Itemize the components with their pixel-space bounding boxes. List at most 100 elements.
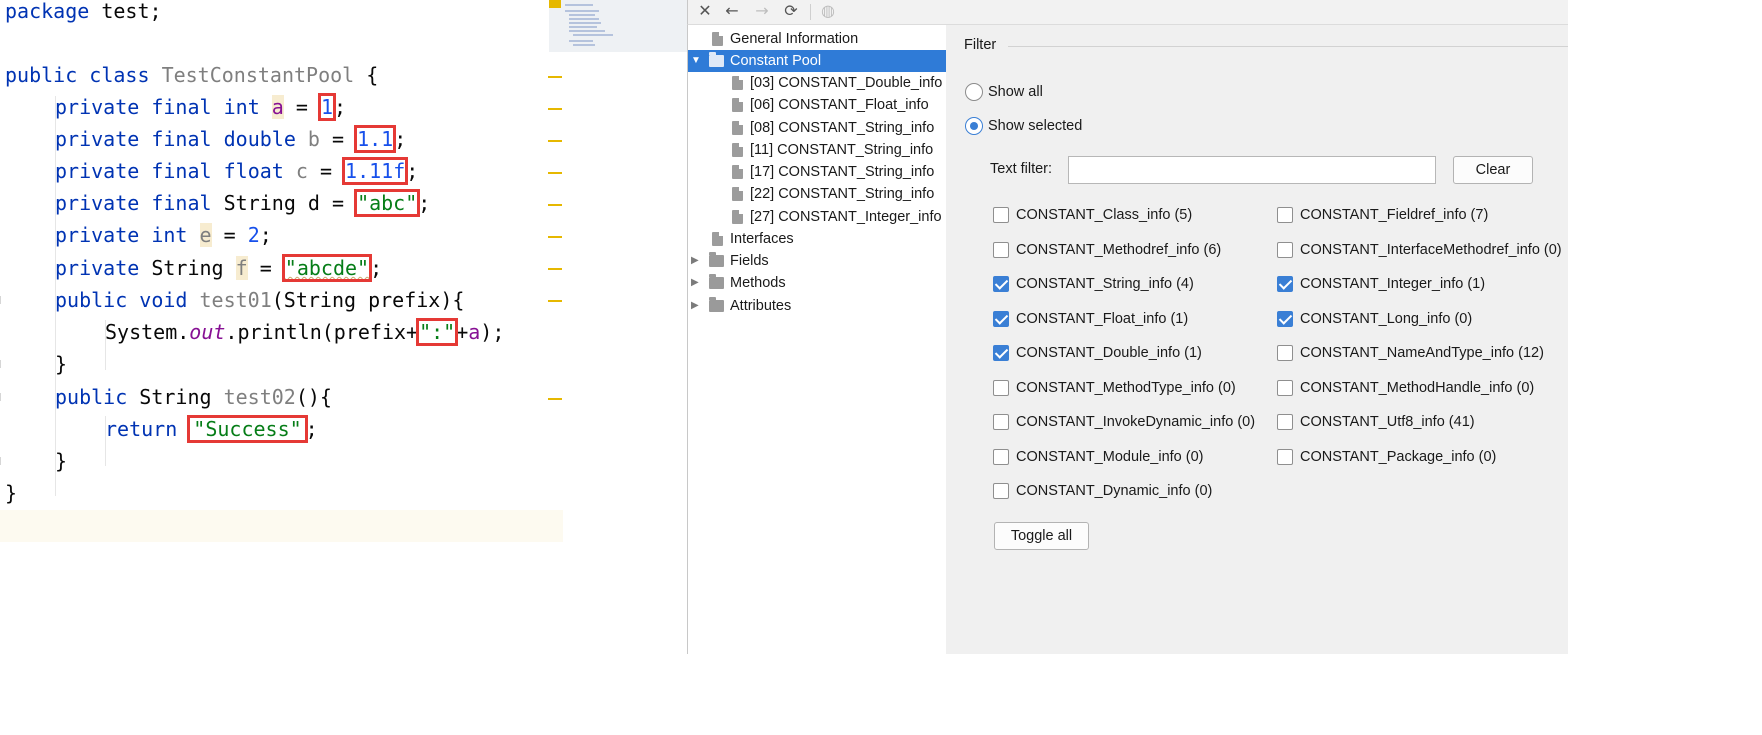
checkbox-constant-fieldref-info[interactable] [1277,207,1293,223]
refresh-icon[interactable]: ⟳ [779,0,803,24]
fold-marker[interactable] [0,393,4,401]
expand-arrow-icon[interactable]: ▼ [691,50,701,72]
file-icon [732,165,743,179]
checkbox-constant-integer-info[interactable] [1277,276,1293,292]
literal-abcde-highlight: "abcde" [281,254,373,282]
checkbox-label[interactable]: CONSTANT_Fieldref_info (7) [1300,206,1488,224]
minimap-line [569,30,605,32]
checkbox-label[interactable]: CONSTANT_Dynamic_info (0) [1016,482,1212,500]
checkbox-constant-methodhandle-info[interactable] [1277,380,1293,396]
change-marker [548,300,562,302]
show-all-radio[interactable] [965,83,983,101]
tree-item-constant[interactable]: [22] CONSTANT_String_info [688,183,947,205]
file-icon [732,143,743,157]
checkbox-label[interactable]: CONSTANT_NameAndType_info (12) [1300,344,1544,362]
file-icon [732,76,743,90]
clear-button[interactable]: Clear [1453,156,1533,184]
forward-arrow-icon[interactable]: → [750,0,774,24]
checkbox-constant-long-info[interactable] [1277,311,1293,327]
tree-item-constant[interactable]: [08] CONSTANT_String_info [688,117,947,139]
show-all-label[interactable]: Show all [988,83,1043,101]
minimap-line [569,14,595,16]
fold-marker[interactable] [0,296,4,304]
checkbox-constant-class-info[interactable] [993,207,1009,223]
checkbox-label[interactable]: CONSTANT_Integer_info (1) [1300,275,1485,293]
tree-item-constant[interactable]: [11] CONSTANT_String_info [688,139,947,161]
tree-item-label: Interfaces [730,231,794,247]
checkbox-label[interactable]: CONSTANT_InterfaceMethodref_info (0) [1300,241,1562,259]
code-line-field-b: private final double b = 1.1; [55,125,407,153]
tree-item-interfaces[interactable]: Interfaces [688,228,947,250]
tree-item-constant-pool[interactable]: ▼ Constant Pool [688,50,947,72]
checkbox-constant-methodref-info[interactable] [993,242,1009,258]
class-structure-tree: General Information ▼ Constant Pool [03]… [687,25,947,654]
text-filter-label: Text filter: [990,161,1053,177]
checkbox-constant-module-info[interactable] [993,449,1009,465]
checkbox-constant-string-info[interactable] [993,276,1009,292]
fold-marker[interactable] [0,360,4,368]
show-selected-radio[interactable] [965,117,983,135]
filter-panel: Filter Show all Show selected Text filte… [946,25,1568,654]
tree-item-attributes[interactable]: ▶ Attributes [688,295,947,317]
folder-icon [709,252,724,267]
folder-icon [709,274,724,289]
close-icon[interactable]: ✕ [693,0,717,24]
change-marker [548,268,562,270]
checkbox-label[interactable]: CONSTANT_MethodType_info (0) [1016,379,1236,397]
viewer-toolbar: ✕ ← → ⟳ ◍ [687,0,1568,25]
checkbox-label[interactable]: CONSTANT_String_info (4) [1016,275,1194,293]
tree-item-label: General Information [730,31,859,47]
checkbox-constant-methodtype-info[interactable] [993,380,1009,396]
browser-icon[interactable]: ◍ [816,0,840,24]
checkbox-constant-utf8-info[interactable] [1277,414,1293,430]
checkbox-label[interactable]: CONSTANT_Float_info (1) [1016,310,1188,328]
code-minimap[interactable] [549,0,687,52]
text-filter-input[interactable] [1068,156,1436,184]
filter-legend: Filter [964,37,997,53]
checkbox-label[interactable]: CONSTANT_InvokeDynamic_info (0) [1016,413,1255,431]
minimap-line [565,10,599,12]
checkbox-constant-interfacemethodref-info[interactable] [1277,242,1293,258]
code-line-package: package test; [5,0,162,23]
tree-item-fields[interactable]: ▶ Fields [688,250,947,272]
tree-item-general-information[interactable]: General Information [688,28,947,50]
code-line-close-brace: } [55,352,68,376]
tree-item-constant[interactable]: [06] CONSTANT_Float_info [688,94,947,116]
collapse-arrow-icon[interactable]: ▶ [691,250,699,272]
checkbox-label[interactable]: CONSTANT_Module_info (0) [1016,448,1204,466]
tree-item-label: [03] CONSTANT_Double_info [750,75,943,91]
checkbox-label[interactable]: CONSTANT_Double_info (1) [1016,344,1202,362]
literal-success-highlight: "Success" [187,415,308,443]
code-editor[interactable]: package test; public class TestConstantP… [0,0,687,654]
checkbox-constant-invokedynamic-info[interactable] [993,414,1009,430]
checkbox-constant-double-info[interactable] [993,345,1009,361]
checkbox-constant-nameandtype-info[interactable] [1277,345,1293,361]
filter-divider [1008,46,1568,47]
change-marker [548,76,562,78]
literal-1-highlight: 1 [317,93,337,121]
back-arrow-icon[interactable]: ← [720,0,744,24]
collapse-arrow-icon[interactable]: ▶ [691,272,699,294]
tree-item-label: [11] CONSTANT_String_info [750,142,934,158]
current-line-highlight [0,510,563,542]
file-icon [732,210,743,224]
checkbox-constant-package-info[interactable] [1277,449,1293,465]
tree-item-constant[interactable]: [17] CONSTANT_String_info [688,161,947,183]
checkbox-label[interactable]: CONSTANT_Package_info (0) [1300,448,1496,466]
checkbox-label[interactable]: CONSTANT_Class_info (5) [1016,206,1192,224]
checkbox-label[interactable]: CONSTANT_Long_info (0) [1300,310,1472,328]
toggle-all-button[interactable]: Toggle all [994,522,1089,550]
checkbox-constant-dynamic-info[interactable] [993,483,1009,499]
checkbox-constant-float-info[interactable] [993,311,1009,327]
tree-item-constant[interactable]: [27] CONSTANT_Integer_info [688,206,947,228]
tree-item-methods[interactable]: ▶ Methods [688,272,947,294]
tree-item-constant[interactable]: [03] CONSTANT_Double_info [688,72,947,94]
literal-1.1-highlight: 1.1 [354,125,397,153]
checkbox-label[interactable]: CONSTANT_Utf8_info (41) [1300,413,1475,431]
checkbox-label[interactable]: CONSTANT_Methodref_info (6) [1016,241,1221,259]
collapse-arrow-icon[interactable]: ▶ [691,295,699,317]
show-selected-label[interactable]: Show selected [988,117,1082,135]
literal-abc-highlight: "abc" [354,189,421,217]
fold-marker[interactable] [0,457,4,465]
checkbox-label[interactable]: CONSTANT_MethodHandle_info (0) [1300,379,1534,397]
